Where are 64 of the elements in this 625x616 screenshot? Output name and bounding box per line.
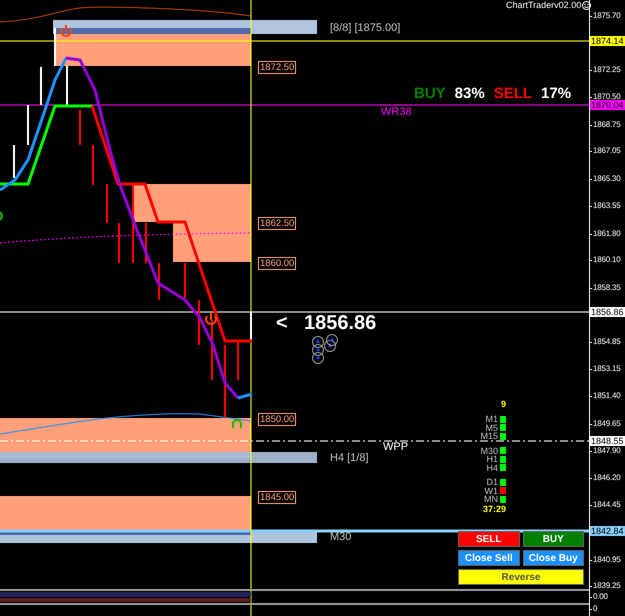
price-tick-label: 1861.80: [593, 228, 621, 239]
price-tick-label: 1844.45: [593, 500, 621, 510]
buy-percent: 83%: [454, 85, 485, 102]
candle-timer: 37:29: [482, 504, 506, 514]
price-tick-label: 1872.25: [593, 64, 621, 75]
timeframe-label: D1: [486, 478, 498, 486]
level-label: M30: [330, 531, 352, 543]
sell-label: SELL: [494, 85, 532, 102]
level-label: [8/8] [1875.00]: [330, 22, 400, 34]
timeframe-label: W1: [484, 486, 498, 495]
price-tick-label: 1853.15: [593, 364, 621, 374]
trade-button[interactable]: Close Buy: [522, 550, 584, 566]
price-marker: 1874.14: [590, 36, 625, 46]
power-icon: [60, 25, 72, 37]
timeframe-label: MN: [484, 495, 498, 504]
sell-percent: 17%: [541, 85, 572, 102]
zone-price-label: 1850.00: [258, 413, 296, 426]
trade-button[interactable]: SELL: [458, 531, 520, 547]
indicator-axis-label: 0: [593, 604, 598, 614]
level-label: WPP: [383, 441, 408, 453]
zone-price-label: 1860.00: [258, 257, 296, 270]
timeframe-label: M5: [485, 424, 498, 432]
timeframe-label: M1: [485, 415, 498, 424]
price-tick-label: 1840.95: [593, 554, 621, 565]
price-tick-label: 1858.35: [593, 282, 621, 293]
trade-button[interactable]: BUY: [522, 531, 584, 547]
level-label: WR38: [381, 106, 412, 118]
zone-price-label: 1845.00: [258, 491, 296, 504]
price-tick-label: 1870.50: [593, 92, 621, 102]
current-price: 1856.86: [304, 312, 376, 335]
timeframe-label: H4: [486, 464, 498, 472]
power-icon: [205, 313, 217, 325]
price-tick-label: 1867.05: [593, 146, 621, 156]
price-tick-label: 1851.40: [593, 391, 621, 402]
price-tick-label: 1863.55: [593, 201, 621, 212]
price-marker: 1842.84: [590, 526, 625, 536]
indicator-title: ChartTraderv02.00: [506, 0, 582, 10]
price-tick-label: 1865.30: [593, 174, 621, 184]
arc-icon: [0, 211, 3, 221]
signal-count: 9: [500, 400, 506, 409]
buy-label: BUY: [414, 85, 446, 102]
timeframe-label: H1: [486, 455, 498, 464]
timeframe-label: M15: [480, 432, 498, 440]
price-tick-label: 1849.65: [593, 418, 621, 429]
indicator-axis-label: 0.00: [593, 592, 608, 602]
price-marker: 1856.86: [590, 307, 625, 317]
arc-icon: [232, 419, 242, 428]
price-tick-label: 1854.85: [593, 337, 621, 348]
price-tick-label: 1875.70: [593, 11, 621, 21]
signal-arrows-drawing: [312, 334, 338, 364]
price-tick-label: 1839.25: [593, 581, 621, 592]
level-label: H4 [1/8]: [330, 452, 369, 464]
zone-price-label: 1872.50: [258, 61, 296, 74]
price-marker: 1848.55: [590, 436, 625, 446]
price-arrow: <: [276, 312, 288, 335]
price-marker: 1870.04: [590, 100, 625, 110]
price-tick-label: 1868.75: [593, 120, 621, 130]
trade-button[interactable]: Close Sell: [458, 550, 520, 566]
price-tick-label: 1847.90: [593, 446, 621, 456]
timeframe-label: M30: [480, 446, 498, 455]
trade-button[interactable]: Reverse: [458, 569, 584, 585]
zone-price-label: 1862.50: [258, 217, 296, 230]
price-tick-label: 1860.10: [593, 255, 621, 266]
price-tick-label: 1846.20: [593, 472, 621, 483]
